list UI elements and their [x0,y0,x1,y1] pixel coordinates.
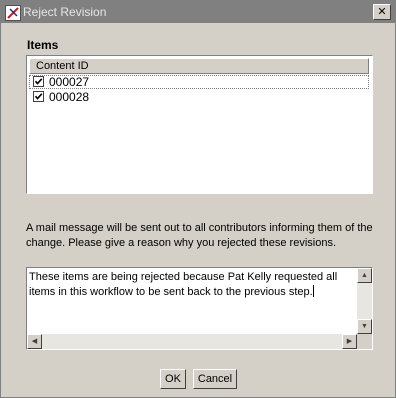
reason-line-2: items in this workflow to be sent back t… [29,286,313,298]
arrow-down-icon[interactable]: ▼ [357,319,372,334]
item-checkbox[interactable] [33,91,44,102]
app-icon [5,5,21,21]
arrow-up-icon[interactable]: ▲ [357,268,372,283]
close-icon: ✕ [377,6,387,18]
text-caret [312,285,314,297]
item-checkbox[interactable] [33,76,44,87]
list-item[interactable]: 000027 [29,75,369,89]
list-item[interactable]: 000028 [29,90,369,104]
checkmark-icon [34,93,43,100]
mail-notice-line-2: change. Please give a reason why you rej… [26,237,337,249]
arrow-left-icon[interactable]: ◀ [27,334,42,349]
reason-text[interactable]: These items are being rejected because P… [29,270,354,300]
close-button[interactable]: ✕ [373,4,391,20]
reason-textarea[interactable]: These items are being rejected because P… [26,267,373,350]
mail-notice-line-1: A mail message will be sent out to all c… [26,222,373,234]
cancel-button[interactable]: Cancel [193,369,237,389]
title-bar[interactable]: Reject Revision ✕ [1,1,395,23]
column-header-content-id[interactable]: Content ID [29,58,369,74]
items-list[interactable]: Content ID 000027 000028 [26,55,373,194]
arrow-right-icon[interactable]: ▶ [342,334,357,349]
reason-line-2-wrap: items in this workflow to be sent back t… [29,285,354,300]
scrollbar-corner [357,334,372,349]
vertical-scrollbar[interactable]: ▲ ▼ [357,268,372,334]
items-heading: Items [27,38,59,52]
content-id: 000027 [49,75,90,89]
checkmark-icon [34,78,43,85]
column-header-label: Content ID [36,60,89,72]
horizontal-scrollbar[interactable]: ◀ ▶ [27,334,357,349]
mail-notice: A mail message will be sent out to all c… [26,221,376,251]
ok-button[interactable]: OK [160,369,186,389]
window-title: Reject Revision [23,5,107,19]
reject-revision-dialog: Reject Revision ✕ Items Content ID 00002… [0,0,396,398]
reason-line-1: These items are being rejected because P… [29,271,338,283]
content-id: 000028 [49,90,90,104]
